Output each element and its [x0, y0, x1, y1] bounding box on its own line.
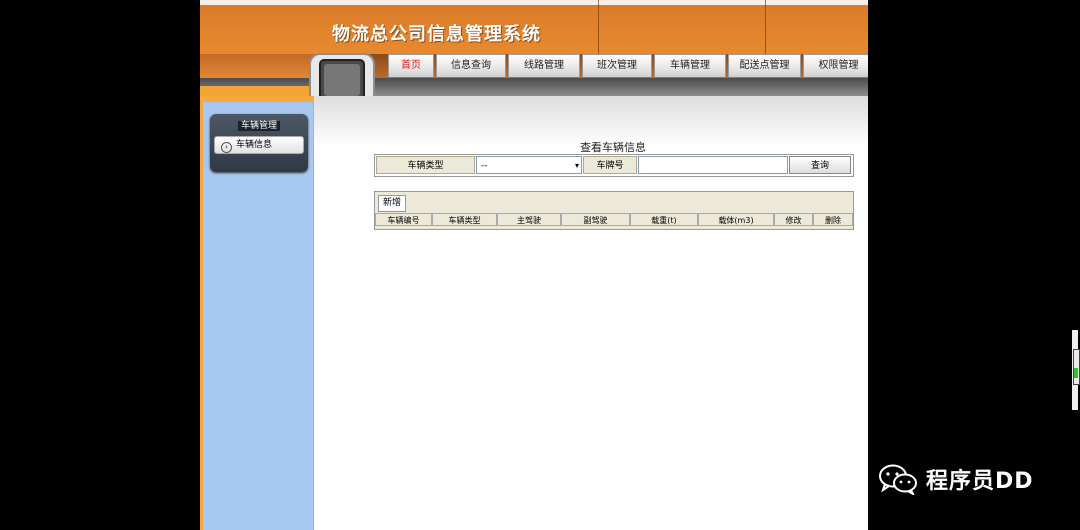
header-divider: [765, 0, 766, 54]
header-divider: [598, 0, 599, 54]
chevron-down-icon: ▾: [574, 161, 579, 170]
column-header-vehicle-id: 车辆编号: [375, 213, 432, 226]
plate-number-input[interactable]: [638, 156, 788, 174]
table-header: 车辆编号 车辆类型 主驾驶 副驾驶 载重(t) 载体(m3) 修改 删除: [375, 213, 853, 227]
header-dark-bar: [200, 78, 868, 98]
column-header-delete: 删除: [813, 213, 853, 226]
plate-number-label: 车牌号: [583, 156, 637, 174]
tab-vehicle-management[interactable]: 车辆管理: [654, 54, 726, 77]
tab-permission-management[interactable]: 权限管理: [803, 54, 868, 77]
header: 物流总公司信息管理系统: [200, 0, 868, 98]
vehicle-type-label: 车辆类型: [376, 156, 475, 174]
sidebar-menu-title: 车辆管理: [210, 118, 308, 131]
tab-route-management[interactable]: 线路管理: [508, 54, 580, 77]
watermark: 程序员DD: [878, 463, 1034, 495]
wechat-icon: [879, 464, 917, 495]
column-header-volume: 载体(m3): [698, 213, 774, 226]
search-form: 车辆类型 -- ▾ 车牌号 查询: [374, 154, 854, 177]
nav-band-cap: [200, 54, 320, 78]
add-button[interactable]: 新增: [378, 195, 407, 212]
sidebar-menu-title-text: 车辆管理: [237, 121, 280, 131]
circle-arrow-right-icon: ›: [221, 142, 232, 153]
sidebar-menu: 车辆管理 › 车辆信息: [210, 114, 308, 172]
column-header-co-driver: 副驾驶: [561, 213, 630, 226]
column-header-vehicle-type: 车辆类型: [432, 213, 497, 226]
tab-home[interactable]: 首页: [388, 54, 434, 77]
main-nav: 首页 信息查询 线路管理 班次管理 车辆管理 配送点管理 权限管理: [388, 54, 868, 78]
vehicle-table: 新增 车辆编号 车辆类型 主驾驶 副驾驶 载重(t) 载体(m3) 修改 删除: [374, 191, 854, 230]
query-button[interactable]: 查询: [789, 156, 851, 174]
vehicle-type-select[interactable]: -- ▾: [476, 156, 582, 174]
column-header-edit: 修改: [774, 213, 813, 226]
watermark-text: 程序员DD: [926, 469, 1034, 494]
app-window: 物流总公司信息管理系统 首页 信息查询 线路管理 班次管理 车辆管理 配送点管理…: [200, 0, 868, 530]
page-heading: 查看车辆信息: [580, 141, 646, 154]
tab-info-query[interactable]: 信息查询: [436, 54, 506, 77]
sidebar-item-label: 车辆信息: [236, 140, 273, 150]
tab-delivery-point-management[interactable]: 配送点管理: [728, 54, 801, 77]
column-header-load-capacity: 载重(t): [630, 213, 698, 226]
header-top-strip: [200, 0, 868, 5]
tab-shift-management[interactable]: 班次管理: [582, 54, 652, 77]
site-title: 物流总公司信息管理系统: [332, 24, 541, 45]
column-header-driver: 主驾驶: [497, 213, 561, 226]
scrollbar-thumb[interactable]: [1073, 349, 1080, 385]
scrollbar-indicator: [1074, 368, 1078, 378]
vehicle-type-value: --: [481, 161, 488, 171]
sidebar-item-vehicle-info[interactable]: › 车辆信息: [214, 136, 304, 154]
